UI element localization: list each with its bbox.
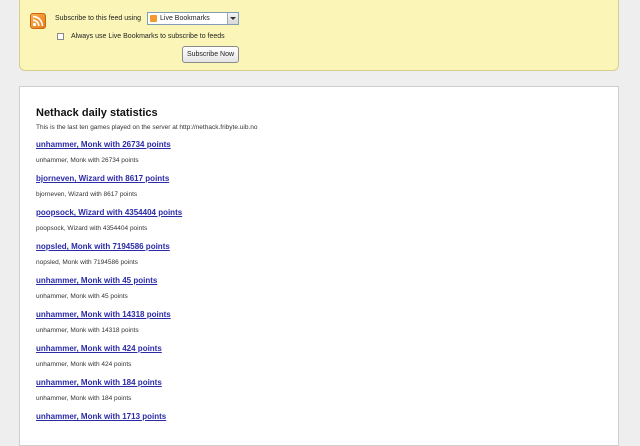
feed-reader-select-value: Live Bookmarks <box>160 15 210 22</box>
entry-summary: unhammer, Monk with 26734 points <box>36 157 139 164</box>
entry-link[interactable]: bjorneven, Wizard with 8617 points <box>36 174 169 183</box>
always-use-checkbox[interactable] <box>57 33 64 40</box>
live-bookmarks-icon <box>150 15 157 22</box>
subscribe-now-button[interactable]: Subscribe Now <box>182 46 239 63</box>
entry-link[interactable]: unhammer, Monk with 184 points <box>36 378 162 387</box>
entry-summary: unhammer, Monk with 424 points <box>36 361 132 368</box>
entry-link[interactable]: unhammer, Monk with 45 points <box>36 276 157 285</box>
entry-summary: unhammer, Monk with 14318 points <box>36 327 139 334</box>
entry-link[interactable]: unhammer, Monk with 1713 points <box>36 412 166 421</box>
entry-link[interactable]: unhammer, Monk with 424 points <box>36 344 162 353</box>
subscribe-panel: Subscribe to this feed using Live Bookma… <box>19 0 619 71</box>
entry-link[interactable]: unhammer, Monk with 26734 points <box>36 140 171 149</box>
entry-link[interactable]: unhammer, Monk with 14318 points <box>36 310 171 319</box>
feed-description: This is the last ten games played on the… <box>36 124 258 131</box>
entry-summary: unhammer, Monk with 184 points <box>36 395 132 402</box>
entry-summary: unhammer, Monk with 45 points <box>36 293 128 300</box>
entry-link[interactable]: nopsled, Monk with 7194586 points <box>36 242 170 251</box>
chevron-down-icon[interactable] <box>227 13 238 24</box>
feed-title: Nethack daily statistics <box>36 107 158 119</box>
entry-summary: bjorneven, Wizard with 8617 points <box>36 191 138 198</box>
subscribe-label: Subscribe to this feed using <box>55 15 141 22</box>
entry-link[interactable]: poopsock, Wizard with 4354404 points <box>36 208 182 217</box>
entry-summary: nopsled, Monk with 7194586 points <box>36 259 138 266</box>
rss-feed-icon <box>30 13 46 29</box>
feed-content: Nethack daily statistics This is the las… <box>19 86 619 446</box>
entry-summary: poopsock, Wizard with 4354404 points <box>36 225 148 232</box>
feed-reader-select[interactable]: Live Bookmarks <box>147 12 239 25</box>
always-use-label[interactable]: Always use Live Bookmarks to subscribe t… <box>71 33 225 40</box>
